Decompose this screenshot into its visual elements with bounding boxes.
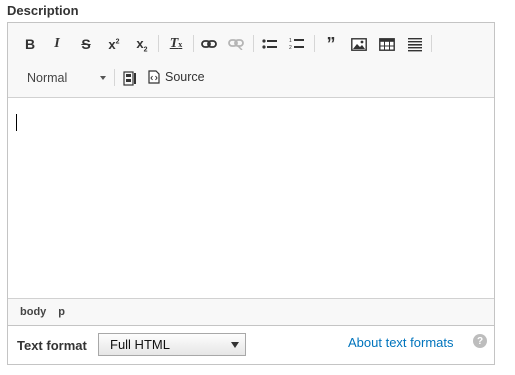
source-button[interactable]: Source [148,66,212,88]
rich-text-editor: B I S x2 x2 Tx 1 2 ” Normal Source body … [7,22,495,326]
path-item-body[interactable]: body [20,306,46,318]
source-label: Source [165,70,205,84]
description-field: Description B I S x2 x2 Tx 1 2 ” Normal … [0,0,515,375]
path-item-p[interactable]: p [58,306,65,318]
blockquote-button[interactable]: ” [320,33,342,55]
help-icon[interactable]: ? [473,334,487,348]
horizontal-line-button[interactable] [404,33,426,55]
text-format-label: Text format [17,338,87,353]
toolbar-separator [193,35,194,52]
source-icon [148,70,160,84]
text-format-bar: Text format Full HTML About text formats… [7,326,495,365]
about-text-formats-link[interactable]: About text formats [348,335,454,350]
svg-text:2: 2 [289,45,292,51]
svg-text:1: 1 [289,38,292,44]
unlink-icon [228,39,244,50]
italic-button[interactable]: I [47,33,67,55]
element-path-bar: body p [8,298,494,325]
paragraph-format-dropdown[interactable]: Normal [16,67,106,89]
blockquote-icon: ” [326,34,336,54]
text-cursor [16,114,17,131]
strikethrough-icon: S [81,36,91,52]
field-label: Description [7,3,79,18]
editor-content-area[interactable] [8,98,494,298]
toolbar-separator [253,35,254,52]
chevron-down-icon [100,76,106,80]
table-button[interactable] [376,33,398,55]
subscript-icon: x2 [136,36,148,54]
unlink-button[interactable] [225,33,247,55]
horizontal-line-icon [408,37,422,51]
toolbar-separator [158,35,159,52]
paragraph-format-value: Normal [27,71,68,85]
show-blocks-icon [123,70,136,86]
image-icon [351,37,367,51]
superscript-icon: x2 [108,36,120,52]
remove-format-button[interactable]: Tx [165,33,187,55]
numbered-list-button[interactable]: 1 2 [286,33,308,55]
text-format-value: Full HTML [110,337,170,352]
remove-format-icon: Tx [169,36,183,51]
chevron-down-icon [231,342,239,348]
superscript-button[interactable]: x2 [104,33,124,55]
toolbar-separator [314,35,315,52]
bold-button[interactable]: B [20,33,40,55]
strikethrough-button[interactable]: S [76,33,96,55]
show-blocks-button[interactable] [119,67,141,89]
toolbar-separator [114,69,115,86]
subscript-button[interactable]: x2 [132,34,152,56]
link-button[interactable] [198,33,220,55]
numbered-list-icon: 1 2 [289,38,304,51]
table-icon [379,37,395,51]
link-icon [201,40,217,48]
bulleted-list-icon [262,38,277,49]
bulleted-list-button[interactable] [259,33,281,55]
editor-toolbar: B I S x2 x2 Tx 1 2 ” Normal Source [8,23,494,98]
image-button[interactable] [348,33,370,55]
text-format-select[interactable]: Full HTML [98,333,246,356]
toolbar-separator [431,35,432,52]
bold-icon: B [24,36,36,52]
italic-icon: I [54,36,60,51]
